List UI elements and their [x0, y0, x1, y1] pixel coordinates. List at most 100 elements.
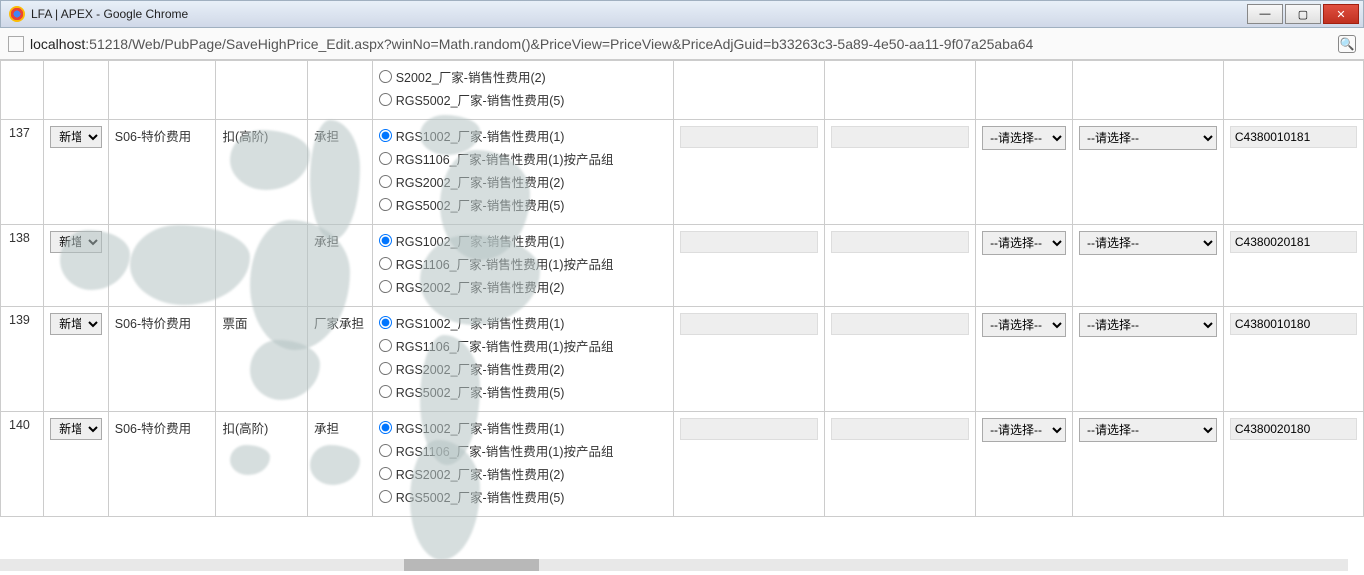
bear-cell: 承担: [308, 412, 373, 517]
maximize-button[interactable]: ▢: [1285, 4, 1321, 24]
radio-option[interactable]: S2002_厂家-销售性费用(2): [379, 67, 668, 86]
radio-input[interactable]: [379, 152, 392, 165]
radio-option[interactable]: RGS2002_厂家-销售性费用(2): [379, 172, 668, 191]
row-index: 139: [1, 307, 44, 412]
window-title: LFA | APEX - Google Chrome: [31, 7, 188, 21]
radio-option[interactable]: RGS5002_厂家-销售性费用(5): [379, 90, 668, 109]
select-1[interactable]: --请选择--: [982, 126, 1066, 150]
table-row: 138新增承担RGS1002_厂家-销售性费用(1)RGS1106_厂家-销售性…: [1, 225, 1364, 307]
radio-label: RGS2002_厂家-销售性费用(2): [396, 277, 565, 296]
radio-option[interactable]: RGS5002_厂家-销售性费用(5): [379, 382, 668, 401]
close-button[interactable]: ✕: [1323, 4, 1359, 24]
radio-input[interactable]: [379, 316, 392, 329]
value-input-2[interactable]: [831, 231, 969, 253]
radio-option[interactable]: RGS1106_厂家-销售性费用(1)按产品组: [379, 254, 668, 273]
desc-cell: 扣(高阶): [216, 412, 308, 517]
radio-input[interactable]: [379, 421, 392, 434]
code-input[interactable]: [1230, 313, 1357, 335]
desc-cell: 扣(高阶): [216, 120, 308, 225]
radio-option[interactable]: RGS1106_厂家-销售性费用(1)按产品组: [379, 441, 668, 460]
radio-label: RGS5002_厂家-销售性费用(5): [396, 382, 565, 401]
radio-option[interactable]: RGS5002_厂家-销售性费用(5): [379, 195, 668, 214]
options-cell: RGS1002_厂家-销售性费用(1) RGS1106_厂家-销售性费用(1)按产…: [372, 225, 674, 307]
radio-option[interactable]: RGS1106_厂家-销售性费用(1)按产品组: [379, 149, 668, 168]
code-input[interactable]: [1230, 126, 1357, 148]
value-input-1[interactable]: [680, 418, 818, 440]
scrollbar-thumb[interactable]: [404, 559, 539, 571]
row-index: 138: [1, 225, 44, 307]
radio-label: RGS5002_厂家-销售性费用(5): [396, 487, 565, 506]
radio-option[interactable]: RGS5002_厂家-销售性费用(5): [379, 487, 668, 506]
radio-input[interactable]: [379, 93, 392, 106]
action-select[interactable]: 新增: [50, 231, 102, 253]
type-cell: S06-特价费用: [108, 412, 216, 517]
page-icon: [8, 36, 24, 52]
url-display[interactable]: localhost:51218/Web/PubPage/SaveHighPric…: [30, 36, 1332, 52]
value-input-1[interactable]: [680, 231, 818, 253]
value-input-2[interactable]: [831, 313, 969, 335]
value-input-2[interactable]: [831, 126, 969, 148]
action-select[interactable]: 新增: [50, 126, 102, 148]
value-input-1[interactable]: [680, 313, 818, 335]
type-cell: S06-特价费用: [108, 307, 216, 412]
url-rest: :51218/Web/PubPage/SaveHighPrice_Edit.as…: [85, 36, 1033, 52]
radio-label: RGS5002_厂家-销售性费用(5): [396, 195, 565, 214]
radio-option[interactable]: RGS1002_厂家-销售性费用(1): [379, 231, 668, 250]
options-cell: RGS1002_厂家-销售性费用(1) RGS1106_厂家-销售性费用(1)按产…: [372, 307, 674, 412]
radio-input[interactable]: [379, 70, 392, 83]
value-input-1[interactable]: [680, 126, 818, 148]
radio-input[interactable]: [379, 467, 392, 480]
desc-cell: [216, 225, 308, 307]
code-input[interactable]: [1230, 231, 1357, 253]
horizontal-scrollbar[interactable]: [0, 559, 1348, 571]
radio-option[interactable]: RGS1106_厂家-销售性费用(1)按产品组: [379, 336, 668, 355]
radio-option[interactable]: RGS1002_厂家-销售性费用(1): [379, 313, 668, 332]
url-host: localhost: [30, 36, 85, 52]
radio-label: RGS1002_厂家-销售性费用(1): [396, 313, 565, 332]
content-area: S2002_厂家-销售性费用(2) RGS5002_厂家-销售性费用(5) 137…: [0, 60, 1364, 575]
radio-option[interactable]: RGS2002_厂家-销售性费用(2): [379, 277, 668, 296]
select-1[interactable]: --请选择--: [982, 418, 1066, 442]
radio-input[interactable]: [379, 385, 392, 398]
radio-input[interactable]: [379, 257, 392, 270]
code-input[interactable]: [1230, 418, 1357, 440]
bear-cell: 承担: [308, 120, 373, 225]
select-2[interactable]: --请选择--: [1079, 313, 1217, 337]
action-select[interactable]: 新增: [50, 313, 102, 335]
radio-label: RGS1002_厂家-销售性费用(1): [396, 418, 565, 437]
radio-input[interactable]: [379, 339, 392, 352]
bear-cell: 厂家承担: [308, 307, 373, 412]
select-2[interactable]: --请选择--: [1079, 418, 1217, 442]
table-row: 140新增S06-特价费用扣(高阶)承担RGS1002_厂家-销售性费用(1)R…: [1, 412, 1364, 517]
radio-input[interactable]: [379, 198, 392, 211]
options-cell: RGS1002_厂家-销售性费用(1) RGS1106_厂家-销售性费用(1)按产…: [372, 412, 674, 517]
row-index: 137: [1, 120, 44, 225]
radio-label: RGS1002_厂家-销售性费用(1): [396, 231, 565, 250]
radio-input[interactable]: [379, 129, 392, 142]
radio-input[interactable]: [379, 490, 392, 503]
radio-input[interactable]: [379, 444, 392, 457]
table-row: 139新增S06-特价费用票面厂家承担RGS1002_厂家-销售性费用(1)RG…: [1, 307, 1364, 412]
select-1[interactable]: --请选择--: [982, 231, 1066, 255]
search-icon[interactable]: 🔍: [1338, 35, 1356, 53]
radio-option[interactable]: RGS1002_厂家-销售性费用(1): [379, 126, 668, 145]
radio-option[interactable]: RGS2002_厂家-销售性费用(2): [379, 359, 668, 378]
select-2[interactable]: --请选择--: [1079, 231, 1217, 255]
row-index: 140: [1, 412, 44, 517]
value-input-2[interactable]: [831, 418, 969, 440]
radio-input[interactable]: [379, 175, 392, 188]
minimize-button[interactable]: —: [1247, 4, 1283, 24]
type-cell: [108, 225, 216, 307]
radio-input[interactable]: [379, 280, 392, 293]
select-1[interactable]: --请选择--: [982, 313, 1066, 337]
action-select[interactable]: 新增: [50, 418, 102, 440]
radio-option[interactable]: RGS1002_厂家-销售性费用(1): [379, 418, 668, 437]
radio-input[interactable]: [379, 362, 392, 375]
desc-cell: 票面: [216, 307, 308, 412]
select-2[interactable]: --请选择--: [1079, 126, 1217, 150]
radio-label: RGS2002_厂家-销售性费用(2): [396, 464, 565, 483]
type-cell: S06-特价费用: [108, 120, 216, 225]
radio-input[interactable]: [379, 234, 392, 247]
radio-label: RGS5002_厂家-销售性费用(5): [396, 90, 565, 109]
radio-option[interactable]: RGS2002_厂家-销售性费用(2): [379, 464, 668, 483]
